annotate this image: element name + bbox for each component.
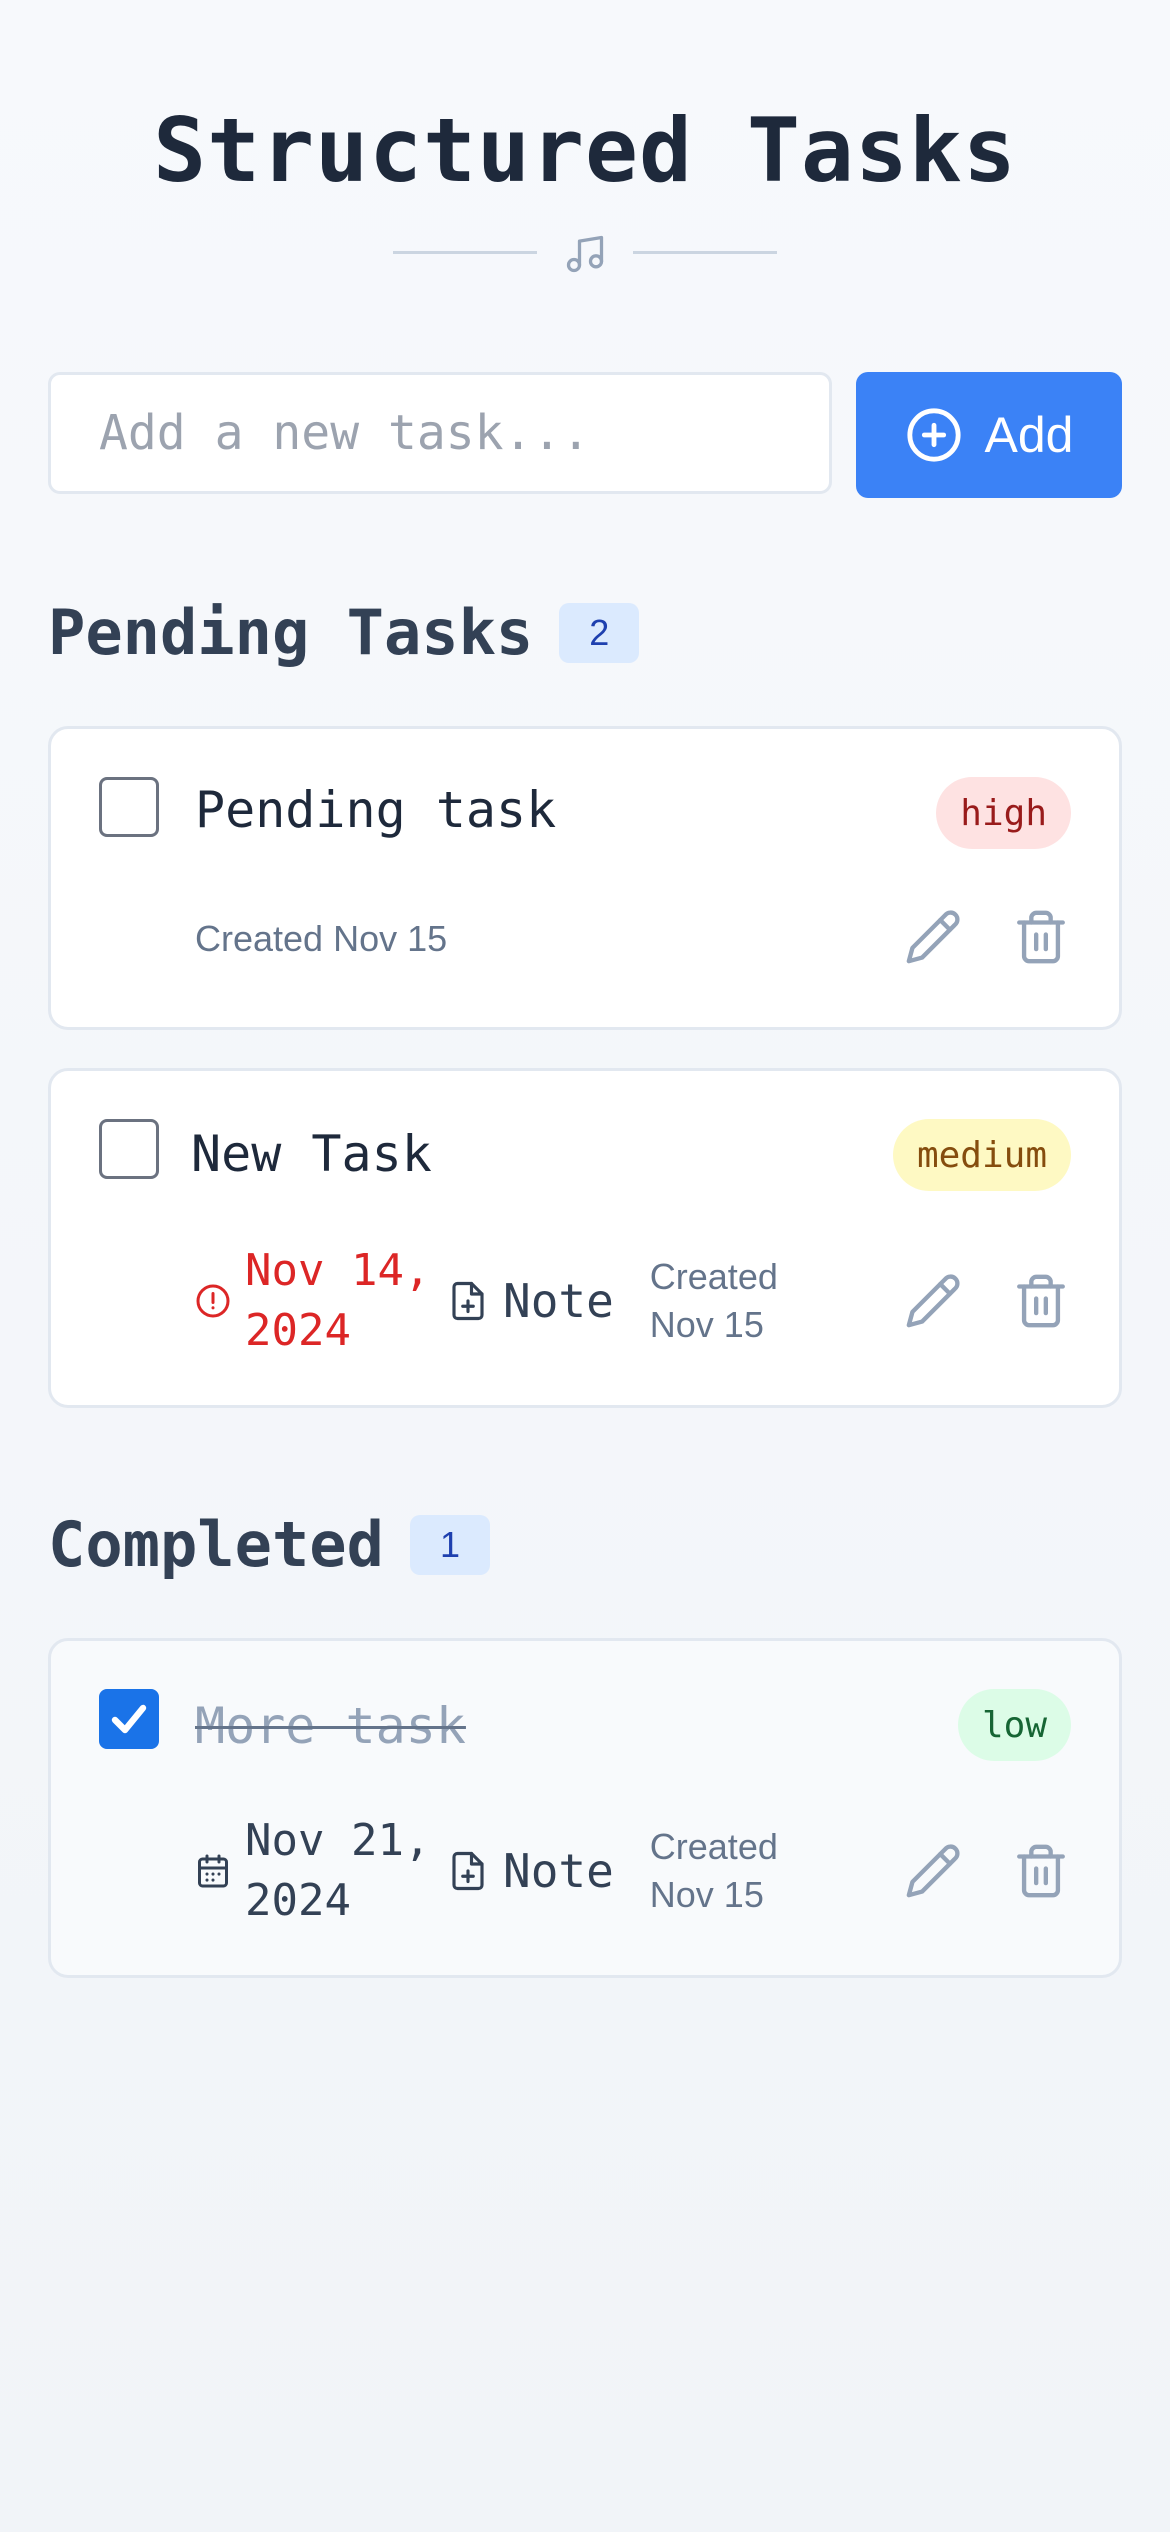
music-note-icon bbox=[566, 235, 604, 273]
plus-circle-icon bbox=[906, 408, 961, 462]
delete-button[interactable] bbox=[1011, 1271, 1071, 1331]
due-date-text: Nov 14, 2024 bbox=[245, 1245, 431, 1356]
trash-icon bbox=[1017, 910, 1065, 964]
created-date: Created Nov 15 bbox=[195, 918, 448, 959]
task-card: More task low Nov 21, 2024 Note Created … bbox=[48, 1638, 1122, 1978]
file-plus-icon bbox=[452, 1281, 484, 1321]
completed-section-header: Completed 1 bbox=[48, 1508, 490, 1581]
priority-badge: medium bbox=[892, 1119, 1071, 1191]
task-actions bbox=[903, 907, 1071, 967]
completed-section-title: Completed bbox=[48, 1508, 384, 1581]
file-plus-icon bbox=[452, 1851, 484, 1891]
pending-section-header: Pending Tasks 2 bbox=[48, 596, 640, 669]
add-button-label: Add bbox=[984, 407, 1074, 463]
add-task-button[interactable]: Add bbox=[856, 372, 1122, 498]
pending-section-title: Pending Tasks bbox=[48, 596, 534, 669]
note-button[interactable]: Note bbox=[447, 1844, 614, 1898]
note-label: Note bbox=[503, 1844, 614, 1898]
pending-count-badge: 2 bbox=[559, 602, 640, 663]
divider-line-left bbox=[393, 251, 537, 254]
task-title: New Task bbox=[191, 1125, 432, 1183]
due-date: Nov 21, 2024 bbox=[195, 1811, 455, 1931]
priority-badge: low bbox=[957, 1689, 1071, 1761]
edit-button[interactable] bbox=[903, 1271, 963, 1331]
note-button[interactable]: Note bbox=[447, 1274, 614, 1328]
checkmark-icon bbox=[111, 1704, 147, 1734]
app-title: Structured Tasks bbox=[153, 99, 1017, 202]
calendar-icon bbox=[198, 1854, 228, 1888]
task-checkbox[interactable] bbox=[99, 1119, 159, 1179]
due-date-text: Nov 21, 2024 bbox=[245, 1815, 431, 1926]
due-date: Nov 14, 2024 bbox=[195, 1241, 455, 1361]
task-title: Pending task bbox=[195, 781, 557, 839]
trash-icon bbox=[1017, 1274, 1065, 1328]
created-date: Created Nov 15 bbox=[649, 1826, 778, 1915]
task-card: Pending task high Created Nov 15 bbox=[48, 726, 1122, 1030]
trash-icon bbox=[1017, 1844, 1065, 1898]
completed-count-badge: 1 bbox=[409, 1514, 490, 1575]
created-date: Created Nov 15 bbox=[649, 1256, 778, 1345]
task-checkbox[interactable] bbox=[99, 777, 159, 837]
new-task-input[interactable] bbox=[48, 372, 832, 494]
task-checkbox[interactable] bbox=[99, 1689, 159, 1749]
pencil-icon bbox=[906, 1274, 960, 1328]
pencil-icon bbox=[906, 1844, 960, 1898]
task-title: More task bbox=[195, 1697, 466, 1755]
delete-button[interactable] bbox=[1011, 1841, 1071, 1901]
priority-badge: high bbox=[936, 777, 1071, 849]
pencil-icon bbox=[906, 910, 960, 964]
note-label: Note bbox=[503, 1274, 614, 1328]
divider-line-right bbox=[633, 251, 777, 254]
task-card: New Task medium Nov 14, 2024 Note Create… bbox=[48, 1068, 1122, 1408]
alert-circle-icon bbox=[196, 1284, 230, 1318]
edit-button[interactable] bbox=[903, 1841, 963, 1901]
delete-button[interactable] bbox=[1011, 907, 1071, 967]
title-divider bbox=[0, 232, 1170, 273]
edit-button[interactable] bbox=[903, 907, 963, 967]
task-actions bbox=[903, 1841, 1071, 1901]
task-actions bbox=[903, 1271, 1071, 1331]
